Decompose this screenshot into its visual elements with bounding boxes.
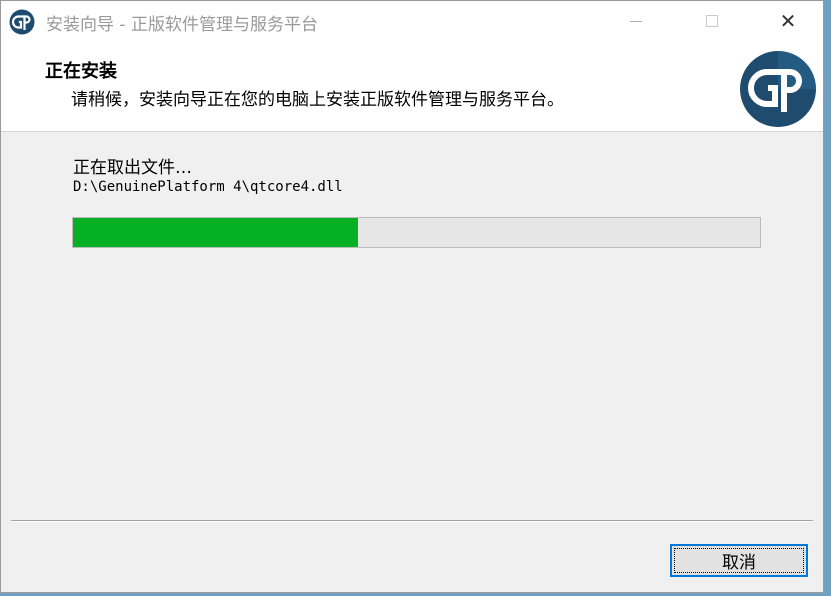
close-button[interactable]: ✕	[765, 1, 811, 41]
maximize-icon	[706, 15, 718, 27]
window-title: 安装向导 - 正版软件管理与服务平台	[46, 15, 318, 35]
current-file-path: D:\GenuinePlatform 4\qtcore4.dll	[73, 179, 343, 195]
wizard-header: 正在安装 请稍候，安装向导正在您的电脑上安装正版软件管理与服务平台。	[1, 41, 823, 132]
page-subtitle: 请稍候，安装向导正在您的电脑上安装正版软件管理与服务平台。	[71, 90, 564, 110]
progress-fill	[73, 218, 359, 247]
progress-bar	[72, 217, 761, 248]
title-bar[interactable]: 安装向导 - 正版软件管理与服务平台 ✕	[1, 1, 823, 41]
maximize-button[interactable]	[689, 1, 735, 41]
footer-divider	[11, 520, 813, 522]
gp-logo-icon	[9, 9, 35, 35]
minimize-icon	[630, 20, 642, 22]
page-title: 正在安装	[45, 61, 117, 82]
cancel-button[interactable]: 取消	[670, 544, 808, 577]
minimize-button[interactable]	[613, 1, 659, 41]
installer-window: 安装向导 - 正版软件管理与服务平台 ✕ 正在安装 请稍候，安装向导正在您的电脑…	[0, 0, 824, 593]
status-text: 正在取出文件…	[73, 158, 192, 178]
gp-logo	[740, 51, 816, 127]
close-icon: ✕	[779, 9, 797, 33]
focus-rect	[674, 548, 804, 573]
